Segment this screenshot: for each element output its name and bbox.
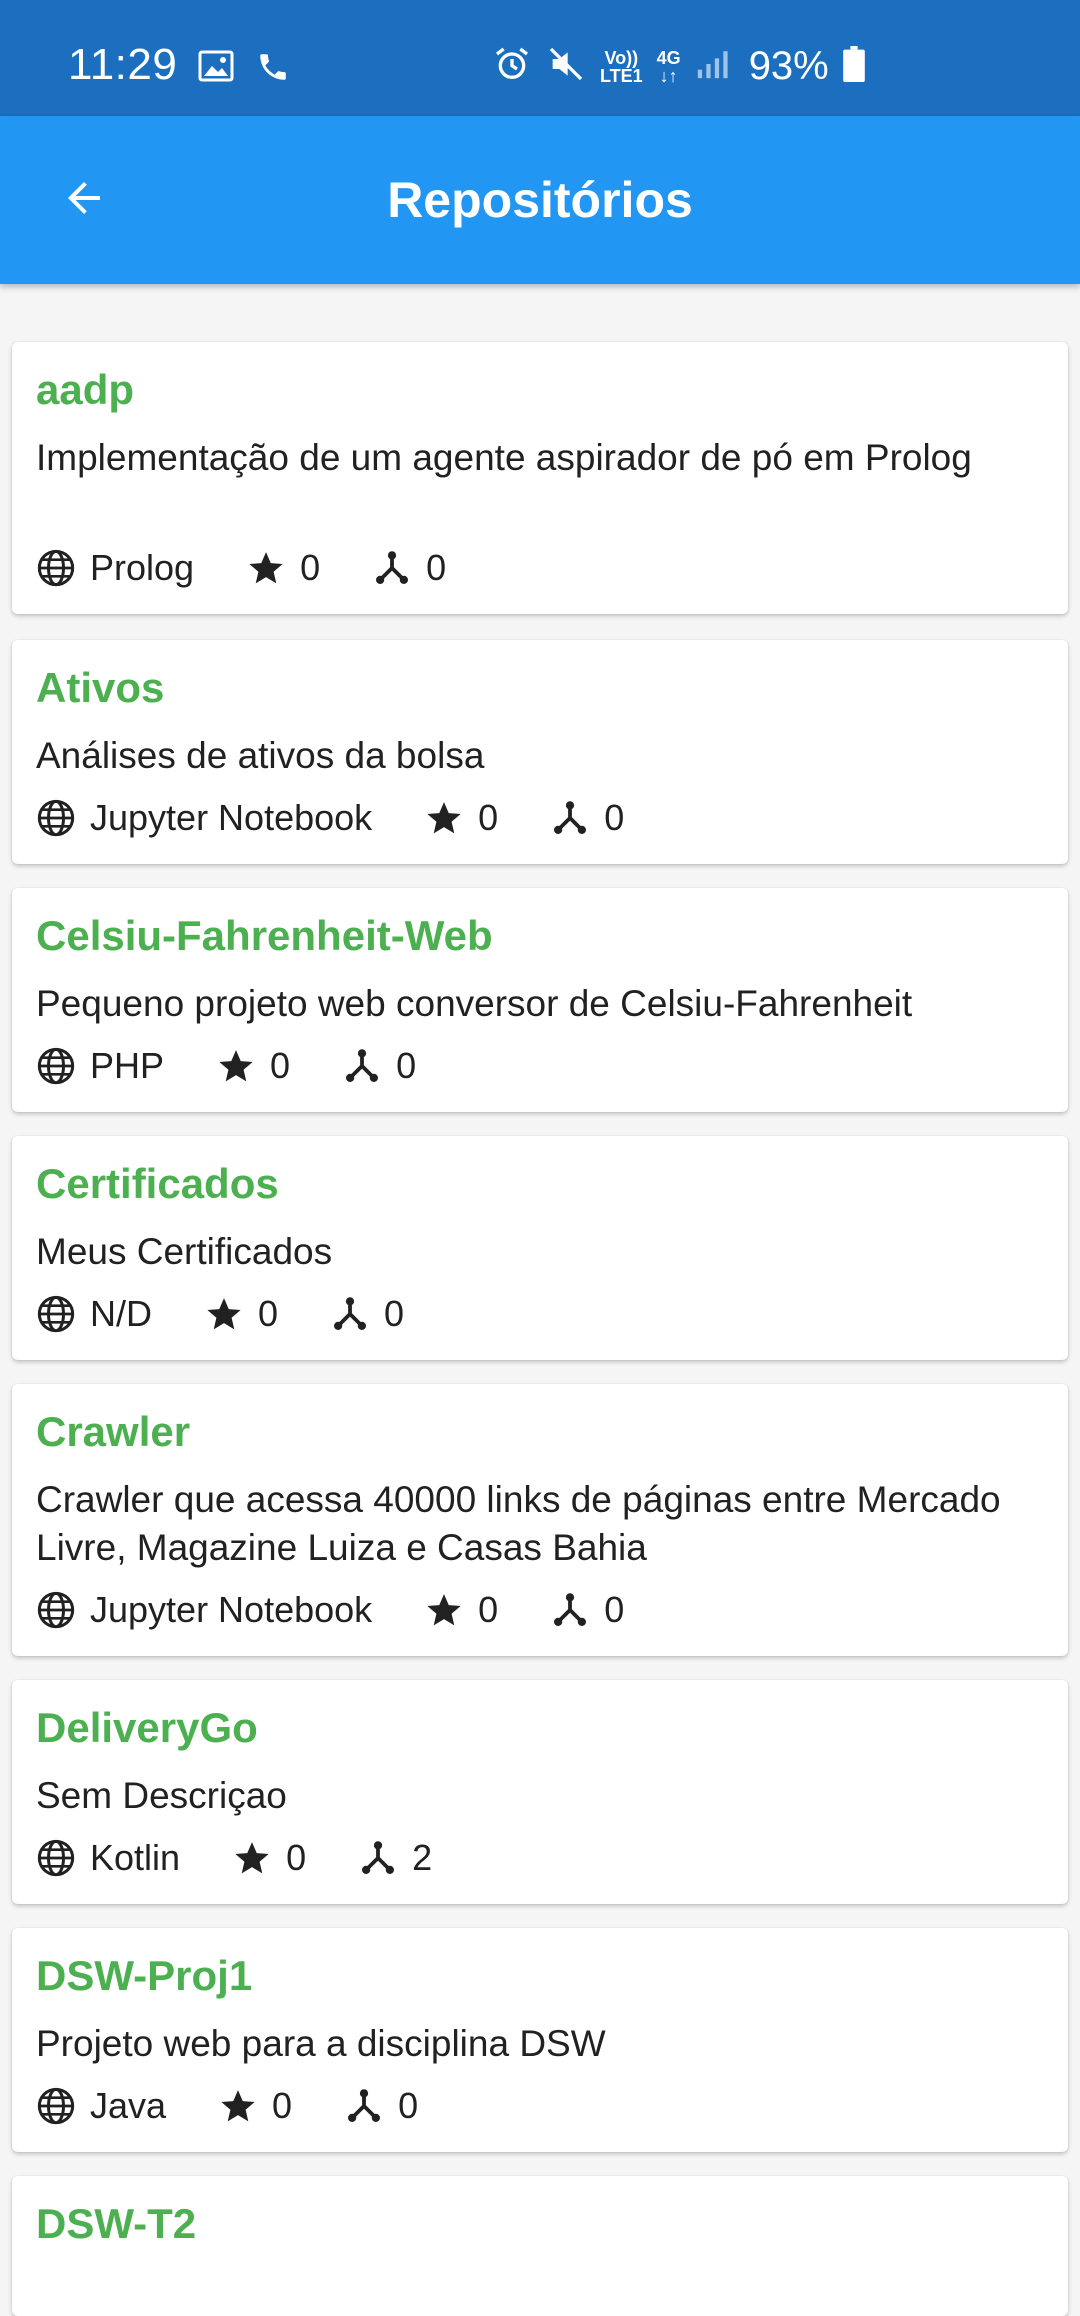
back-button[interactable] [48,170,120,230]
repo-card[interactable]: Crawler Crawler que acessa 40000 links d… [12,1384,1068,1656]
repo-name: Certificados [36,1160,279,1207]
repo-description: Implementação de um agente aspirador de … [36,437,972,478]
app-bar: Repositórios [0,116,1080,284]
battery-icon [842,46,865,87]
repo-meta: N/D 0 0 [36,1290,404,1338]
network-indicator: 4G ↓↑ [656,47,681,86]
repo-card[interactable]: aadp Implementação de um agente aspirado… [12,342,1068,614]
repo-forks: 0 [604,1589,625,1630]
repo-stars: 0 [300,547,321,588]
repo-description: Análises de ativos da bolsa [36,735,485,776]
repo-description: Crawler que acessa 40000 links de página… [36,1479,1001,1568]
alarm-icon [492,44,532,89]
repo-stars: 0 [478,797,499,838]
status-system-icons: Vo)) LTE1 4G ↓↑ 93% [492,44,865,89]
globe-icon [36,1838,76,1878]
repo-card[interactable]: Ativos Análises de ativos da bolsa Jupyt… [12,640,1068,864]
repo-stars: 0 [272,2085,293,2126]
repo-forks: 2 [412,1837,433,1878]
repo-card[interactable]: Certificados Meus Certificados N/D 0 0 [12,1136,1068,1360]
repo-description: Sem Descriçao [36,1775,287,1816]
fork-icon [342,1046,382,1086]
repo-stars: 0 [286,1837,307,1878]
repo-card[interactable]: DSW-T2 [12,2176,1068,2316]
star-icon [218,2086,258,2126]
status-notification-icons [198,50,290,89]
star-icon [204,1294,244,1334]
repo-meta: PHP 0 0 [36,1042,416,1090]
repo-language: PHP [90,1045,165,1086]
mute-icon [546,44,586,89]
repo-forks: 0 [384,1293,405,1334]
fork-icon [550,1590,590,1630]
repo-meta: Kotlin 0 2 [36,1834,432,1882]
status-time: 11:29 [68,40,178,89]
repo-language: Jupyter Notebook [90,797,373,838]
star-icon [424,1590,464,1630]
fork-icon [330,1294,370,1334]
repo-card[interactable]: DeliveryGo Sem Descriçao Kotlin 0 2 [12,1680,1068,1904]
repo-description: Meus Certificados [36,1231,333,1272]
repo-forks: 0 [398,2085,419,2126]
repo-stars: 0 [270,1045,291,1086]
repo-card[interactable]: DSW-Proj1 Projeto web para a disciplina … [12,1928,1068,2152]
status-bar: 11:29 Vo)) LTE1 4G ↓↑ 93% [0,0,1080,116]
repo-stars: 0 [258,1293,279,1334]
image-icon [198,50,234,89]
battery-percent: 93% [748,44,829,88]
network-label: 4G [656,47,681,68]
repo-meta: Jupyter Notebook 0 0 [36,794,624,842]
repo-language: Java [90,2085,167,2126]
repo-name: Celsiu-Fahrenheit-Web [36,912,493,959]
fork-icon [358,1838,398,1878]
globe-icon [36,2086,76,2126]
repo-language: Prolog [90,547,195,588]
globe-icon [36,548,76,588]
arrow-back-icon [56,174,112,227]
repo-forks: 0 [604,797,625,838]
repo-description: Pequeno projeto web conversor de Celsiu-… [36,983,913,1024]
fork-icon [372,548,412,588]
globe-icon [36,1294,76,1334]
page-title: Repositórios [387,172,693,228]
repo-language: Jupyter Notebook [90,1589,373,1630]
star-icon [246,548,286,588]
repo-name: Ativos [36,664,165,711]
repo-meta: Prolog 0 0 [36,544,446,592]
volte-indicator: Vo)) LTE1 [600,49,643,85]
repo-language: Kotlin [90,1837,181,1878]
fork-icon [344,2086,384,2126]
repo-description: Projeto web para a disciplina DSW [36,2023,606,2064]
repo-language: N/D [90,1293,152,1334]
globe-icon [36,798,76,838]
repo-meta: Jupyter Notebook 0 0 [36,1586,624,1634]
repo-forks: 0 [396,1045,417,1086]
globe-icon [36,1046,76,1086]
star-icon [216,1046,256,1086]
globe-icon [36,1590,76,1630]
repo-forks: 0 [426,547,447,588]
volte-label: Vo)) [604,47,639,68]
repo-name: DSW-T2 [36,2200,197,2247]
repo-name: DSW-Proj1 [36,1952,253,1999]
star-icon [424,798,464,838]
signal-icon [695,47,729,86]
repo-meta: Java 0 0 [36,2082,418,2130]
repo-name: aadp [36,366,135,413]
repo-name: Crawler [36,1408,191,1455]
repo-card[interactable]: Celsiu-Fahrenheit-Web Pequeno projeto we… [12,888,1068,1112]
repo-stars: 0 [478,1589,499,1630]
repo-name: DeliveryGo [36,1704,258,1751]
lte-label: LTE1 [600,65,643,86]
phone-icon [256,50,290,89]
fork-icon [550,798,590,838]
star-icon [232,1838,272,1878]
